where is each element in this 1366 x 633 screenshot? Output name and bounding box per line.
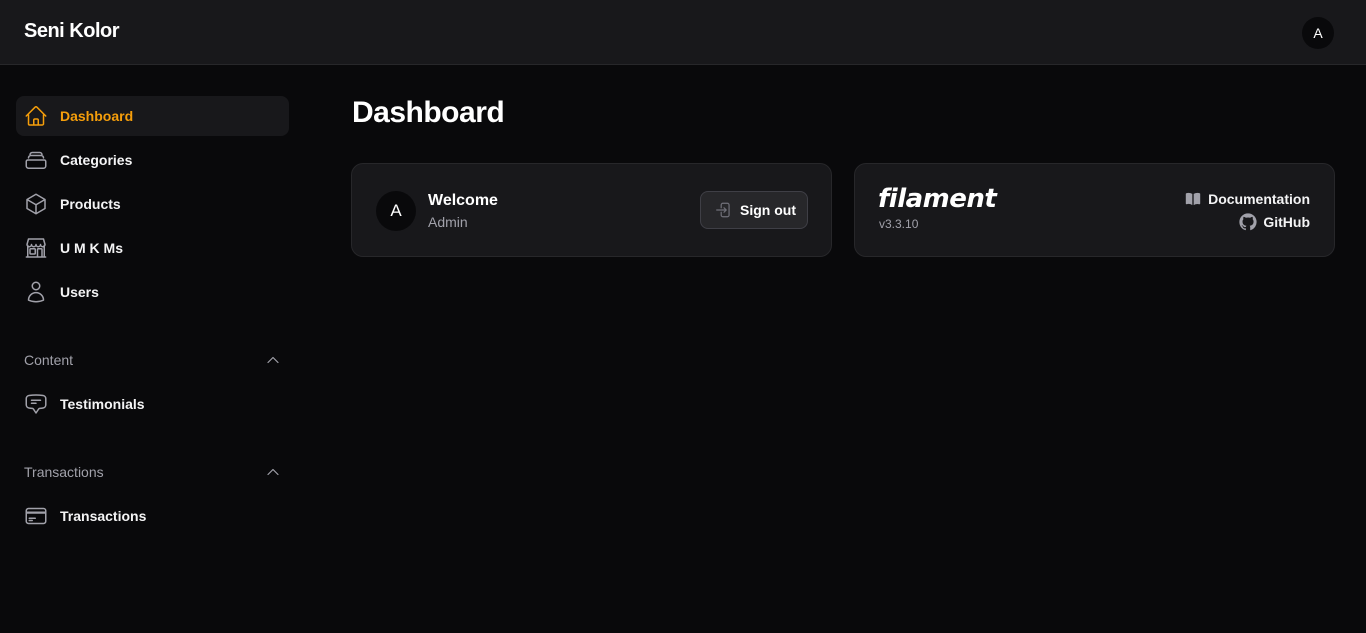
sidebar-item-label: U M K Ms xyxy=(60,240,123,256)
github-link[interactable]: GitHub xyxy=(1239,213,1310,231)
filament-logo[interactable]: filament xyxy=(878,184,997,214)
user-avatar[interactable]: A xyxy=(1302,17,1334,49)
group-toggle-transactions[interactable]: Transactions xyxy=(24,460,281,484)
credit-card-icon xyxy=(24,504,48,528)
sidebar-item-label: Users xyxy=(60,284,99,300)
documentation-label: Documentation xyxy=(1208,191,1310,207)
sign-out-button[interactable]: Sign out xyxy=(700,191,808,229)
version-label: v3.3.10 xyxy=(879,217,919,231)
github-icon xyxy=(1239,213,1257,231)
page-title: Dashboard xyxy=(352,96,505,129)
sidebar-item-users[interactable]: Users xyxy=(16,272,289,312)
group-label: Content xyxy=(24,352,74,368)
sidebar-item-umkms[interactable]: U M K Ms xyxy=(16,228,289,268)
topbar: Seni Kolor A xyxy=(0,0,1366,65)
user-icon xyxy=(24,280,48,304)
sidebar-item-products[interactable]: Products xyxy=(16,184,289,224)
welcome-heading: Welcome xyxy=(428,192,498,209)
documentation-link[interactable]: Documentation xyxy=(1184,190,1310,208)
sign-out-icon xyxy=(716,202,730,218)
account-widget: A Welcome Admin Sign out xyxy=(351,163,832,257)
chevron-up-icon xyxy=(267,356,279,364)
sidebar-item-label: Testimonials xyxy=(60,396,145,412)
sidebar-item-label: Transactions xyxy=(60,508,147,524)
avatar: A xyxy=(376,191,416,231)
group-toggle-content[interactable]: Content xyxy=(24,348,281,372)
filament-info-widget: filament v3.3.10 Documentation GitHub xyxy=(854,163,1335,257)
sidebar-item-label: Categories xyxy=(60,152,133,168)
sign-out-label: Sign out xyxy=(740,202,796,218)
sidebar-item-testimonials[interactable]: Testimonials xyxy=(16,384,289,424)
chat-bubble-icon xyxy=(24,392,48,416)
github-label: GitHub xyxy=(1263,214,1310,230)
home-icon xyxy=(24,104,48,128)
sidebar-item-label: Dashboard xyxy=(60,108,134,124)
storefront-icon xyxy=(24,236,48,260)
sidebar: Dashboard Categories Products U M K Ms U… xyxy=(0,65,305,633)
brand-name[interactable]: Seni Kolor xyxy=(24,20,120,43)
sidebar-item-dashboard[interactable]: Dashboard xyxy=(16,96,289,136)
sidebar-item-transactions[interactable]: Transactions xyxy=(16,496,289,536)
group-label: Transactions xyxy=(24,464,104,480)
sidebar-item-categories[interactable]: Categories xyxy=(16,140,289,180)
book-icon xyxy=(1185,192,1201,206)
user-name: Admin xyxy=(428,214,468,230)
chevron-up-icon xyxy=(267,468,279,476)
cube-icon xyxy=(24,192,48,216)
sidebar-item-label: Products xyxy=(60,196,121,212)
rectangle-stack-icon xyxy=(24,148,48,172)
